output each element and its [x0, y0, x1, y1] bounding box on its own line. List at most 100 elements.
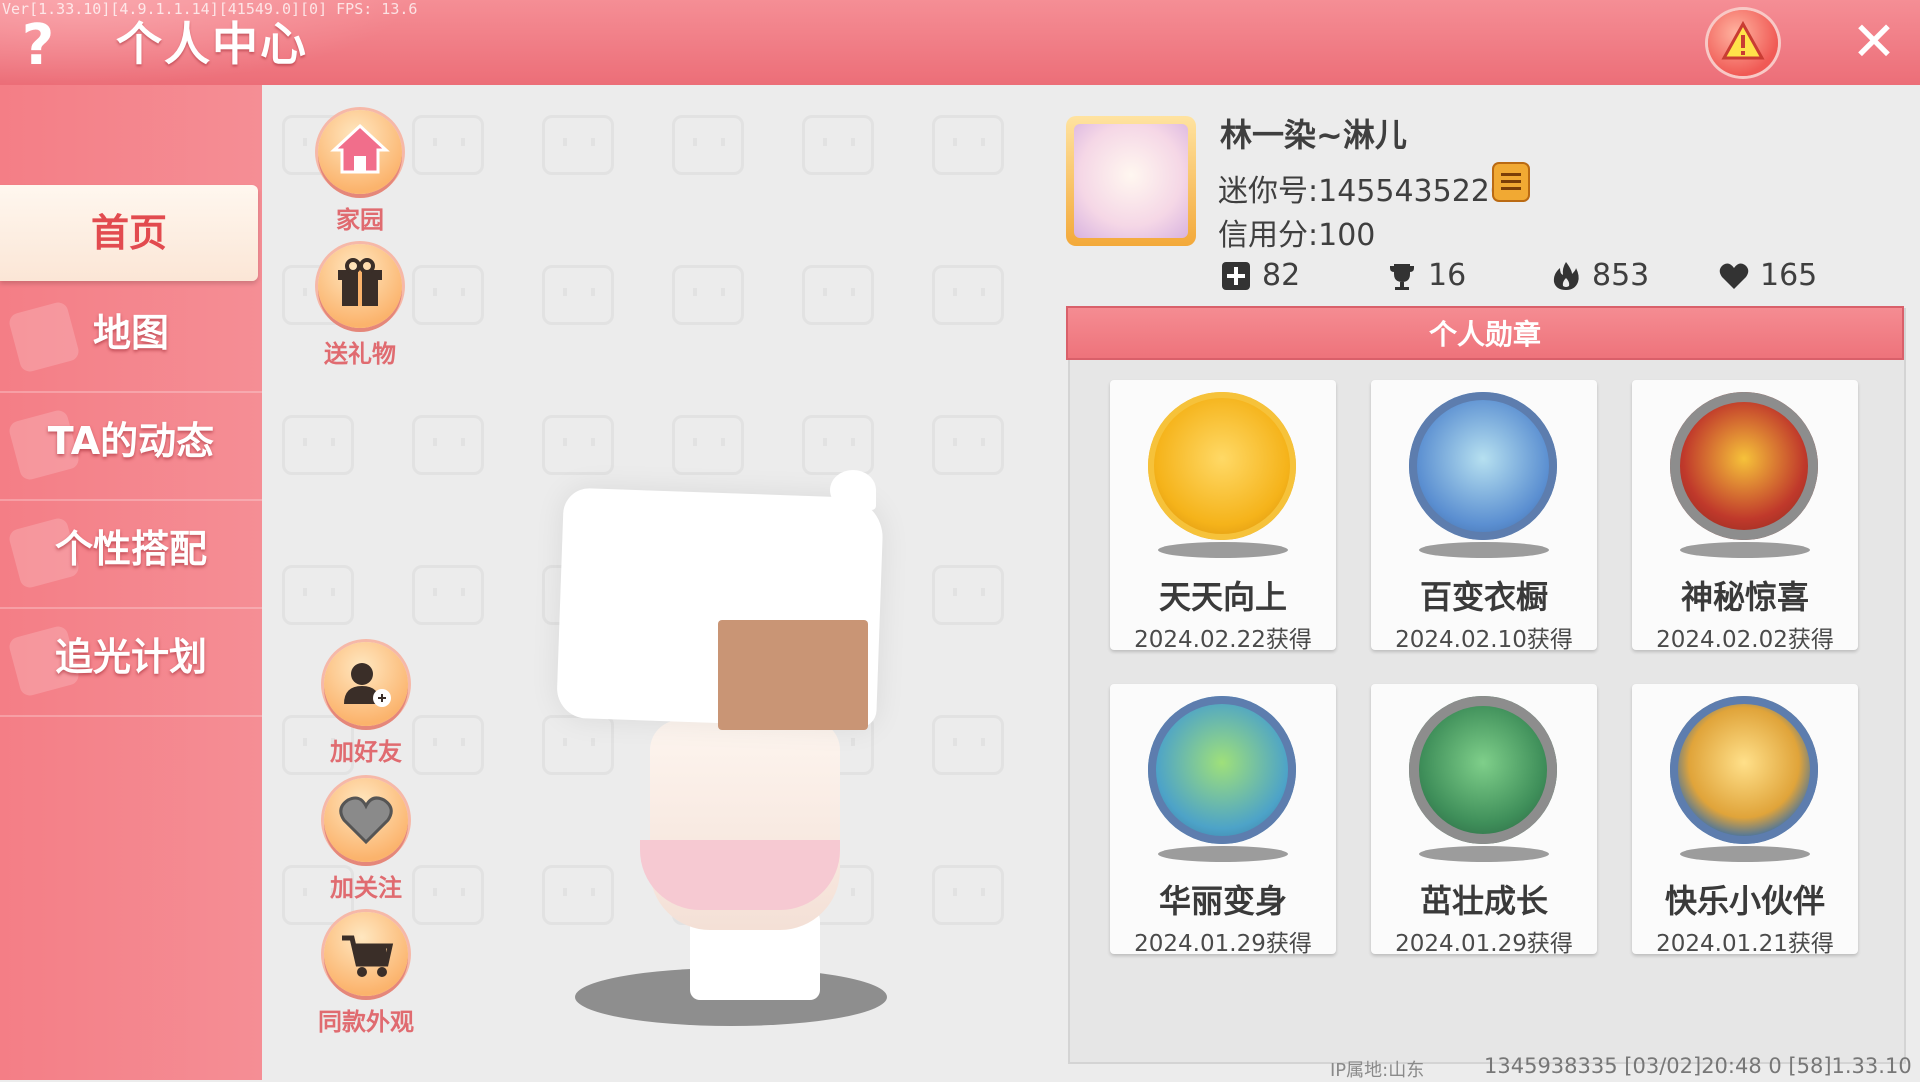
background-pattern: [542, 715, 614, 775]
background-pattern: [672, 415, 744, 475]
close-icon[interactable]: ✕: [1848, 14, 1900, 70]
medal-card[interactable]: 茁壮成长 2024.01.29获得: [1371, 684, 1597, 957]
background-pattern: [412, 115, 484, 175]
medal-card[interactable]: 华丽变身 2024.01.29获得: [1110, 684, 1336, 957]
ip-location: IP属地:山东: [1330, 1060, 1425, 1081]
medal-date: 2024.01.29获得: [1395, 931, 1573, 957]
add-user-icon: [324, 642, 408, 726]
heart-outline-icon: [324, 778, 408, 862]
medals-title: 个人勋章: [1066, 306, 1904, 360]
trophy-icon: [1390, 264, 1414, 290]
home-label: 家园: [336, 206, 384, 234]
sidebar: 首页 地图 TA的动态 个性搭配 追光计划: [0, 85, 262, 1080]
background-pattern: [542, 265, 614, 325]
character-face[interactable]: [718, 620, 868, 730]
player-name: 林一染~淋儿: [1220, 116, 1407, 154]
background-pattern: [932, 415, 1004, 475]
follow-button[interactable]: 加关注: [316, 778, 416, 903]
credit-score: 信用分:100: [1218, 218, 1376, 253]
medal-icon: [1148, 696, 1296, 844]
medal-name: 天天向上: [1158, 578, 1287, 616]
background-pattern: [412, 865, 484, 925]
sidebar-item-label: 首页: [90, 211, 167, 255]
background-pattern: [932, 865, 1004, 925]
sidebar-item-map[interactable]: 地图: [0, 285, 262, 381]
character-ear: [830, 470, 876, 510]
medal-icon: [1409, 696, 1557, 844]
stat-value: 16: [1428, 258, 1467, 293]
medal-date: 2024.01.29获得: [1134, 931, 1312, 957]
same-outfit-button[interactable]: 同款外观: [316, 912, 416, 1037]
top-bar: Ver[1.33.10][4.9.1.1.14][41549.0][0] FPS…: [0, 0, 1920, 85]
medal-shadow: [1158, 846, 1288, 862]
background-pattern: [412, 415, 484, 475]
plus-icon: [1222, 262, 1250, 290]
background-pattern: [282, 565, 354, 625]
same-outfit-label: 同款外观: [318, 1008, 414, 1036]
add-friend-button[interactable]: 加好友: [316, 642, 416, 767]
medal-icon: [1670, 392, 1818, 540]
background-pattern: [932, 565, 1004, 625]
avatar[interactable]: [1066, 116, 1196, 246]
background-pattern: [672, 265, 744, 325]
medal-date: 2024.02.02获得: [1656, 627, 1834, 653]
medal-shadow: [1680, 846, 1810, 862]
medal-card[interactable]: 天天向上 2024.02.22获得: [1110, 380, 1336, 653]
debug-info: 1345938335 [03/02]20:48 0 [58]1.33.10: [1484, 1054, 1912, 1078]
background-pattern: [412, 715, 484, 775]
background-pattern: [932, 115, 1004, 175]
medal-name: 茁壮成长: [1419, 882, 1548, 920]
report-warning-button[interactable]: [1708, 10, 1778, 76]
divider: [0, 715, 262, 717]
background-pattern: [412, 565, 484, 625]
background-pattern: [932, 715, 1004, 775]
medal-name: 华丽变身: [1158, 882, 1287, 920]
add-friend-label: 加好友: [330, 738, 402, 766]
sidebar-item-feed[interactable]: TA的动态: [0, 393, 262, 489]
page-title: 个人中心: [116, 17, 308, 71]
medal-icon: [1670, 696, 1818, 844]
background-pattern: [412, 265, 484, 325]
follow-label: 加关注: [330, 874, 402, 902]
medal-icon: [1409, 392, 1557, 540]
medal-date: 2024.01.21获得: [1656, 931, 1834, 957]
background-pattern: [542, 415, 614, 475]
medal-card[interactable]: 神秘惊喜 2024.02.02获得: [1632, 380, 1858, 653]
background-pattern: [802, 415, 874, 475]
background-pattern: [542, 115, 614, 175]
medal-date: 2024.02.10获得: [1395, 627, 1573, 653]
sidebar-item-label: TA的动态: [47, 419, 215, 463]
background-pattern: [542, 865, 614, 925]
copy-icon[interactable]: [1494, 164, 1528, 200]
stat-value: 165: [1760, 258, 1818, 293]
medal-date: 2024.02.22获得: [1134, 627, 1312, 653]
medal-shadow: [1419, 846, 1549, 862]
cart-icon: [324, 912, 408, 996]
warning-icon: [1721, 20, 1765, 60]
background-pattern: [932, 265, 1004, 325]
help-icon[interactable]: ?: [14, 16, 62, 76]
sidebar-item-label: 追光计划: [54, 635, 207, 679]
avatar-image: [1074, 124, 1188, 238]
medal-name: 快乐小伙伴: [1664, 882, 1825, 920]
heart-icon: [1719, 263, 1749, 289]
stat-value: 82: [1262, 258, 1301, 293]
gift-label: 送礼物: [324, 340, 396, 368]
sidebar-item-label: 地图: [92, 311, 169, 355]
medal-card[interactable]: 快乐小伙伴 2024.01.21获得: [1632, 684, 1858, 957]
flame-icon: [1553, 262, 1579, 290]
medal-shadow: [1680, 542, 1810, 558]
medal-name: 百变衣橱: [1419, 578, 1548, 616]
mini-id: 迷你号:1455435220: [1218, 174, 1509, 209]
sidebar-item-light-plan[interactable]: 追光计划: [0, 609, 262, 705]
house-icon: [318, 110, 402, 194]
send-gift-button[interactable]: 送礼物: [310, 244, 410, 369]
sidebar-item-home[interactable]: 首页: [0, 185, 258, 281]
background-pattern: [282, 415, 354, 475]
medal-card[interactable]: 百变衣橱 2024.02.10获得: [1371, 380, 1597, 653]
home-button[interactable]: 家园: [310, 110, 410, 235]
sidebar-item-outfit[interactable]: 个性搭配: [0, 501, 262, 597]
gift-icon: [318, 244, 402, 328]
sidebar-item-label: 个性搭配: [54, 527, 207, 571]
stat-value: 853: [1592, 258, 1650, 293]
